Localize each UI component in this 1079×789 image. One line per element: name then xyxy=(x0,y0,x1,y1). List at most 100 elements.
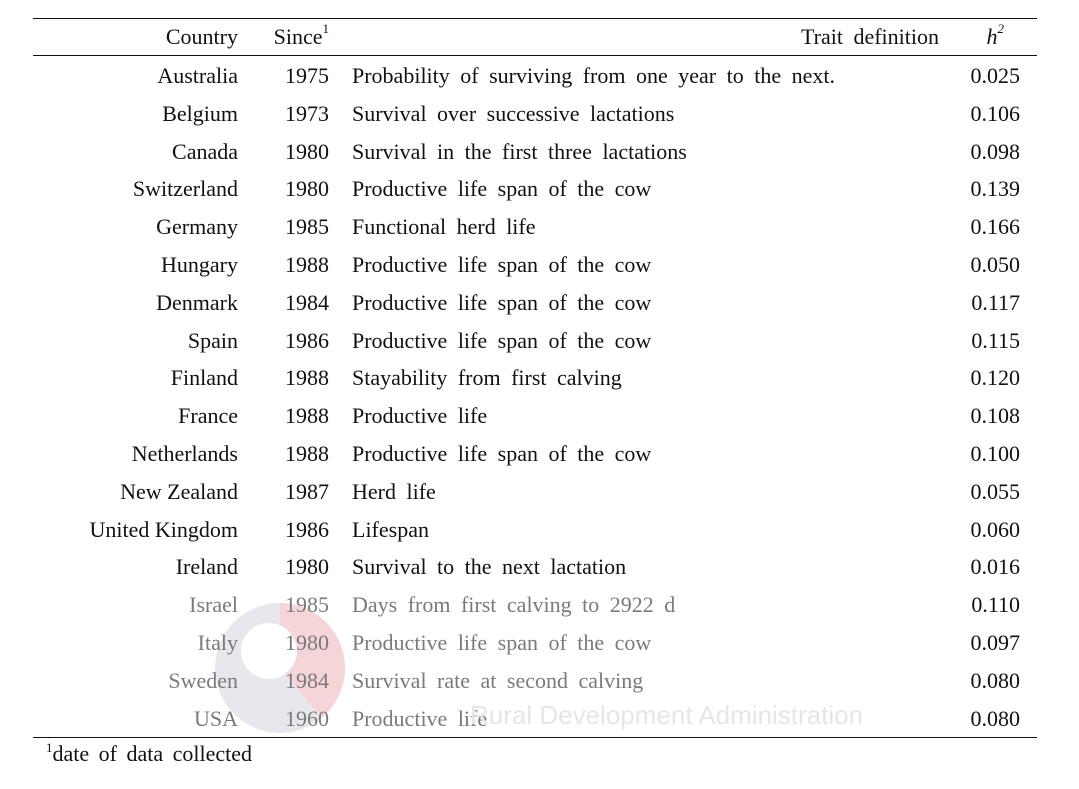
table-row: Spain 1986 Productive life span of the cow… xyxy=(33,322,1037,360)
country-cell: Switzerland xyxy=(132,176,238,202)
since-cell: 1980 xyxy=(285,138,329,164)
table-row: Sweden 1984 Survival rate at second calvin… xyxy=(33,662,1037,700)
country-cell: Australia xyxy=(157,63,238,88)
country-cell: New Zealand xyxy=(120,478,238,504)
trait-definition-cell: Productive life span of the cow xyxy=(352,327,652,353)
since-cell: 1985 xyxy=(285,214,329,240)
heritability-cell: 0.110 xyxy=(971,592,1020,618)
trait-definition-cell: Survival over successive lactations xyxy=(352,100,675,126)
data-table: Country Since1 Trait definition h2 Austr… xyxy=(33,18,1037,739)
trait-definition-cell: Stayability from first calving xyxy=(352,365,622,391)
heritability-cell: 0.120 xyxy=(970,365,1021,391)
heritability-cell: 0.117 xyxy=(971,289,1020,315)
trait-definition-cell: Productive life span of the cow xyxy=(352,440,652,466)
since-cell: 1984 xyxy=(285,289,329,315)
table-row: New Zealand 1987 Herd life 0.055 xyxy=(33,473,1037,511)
heritability-cell: 0.100 xyxy=(970,440,1021,466)
country-cell: Hungary xyxy=(161,251,238,277)
since-cell: 1985 xyxy=(285,592,329,618)
trait-definition-cell: Survival in the first three lactations xyxy=(352,138,687,164)
heritability-cell: 0.108 xyxy=(970,403,1021,429)
since-cell: 1988 xyxy=(285,251,329,277)
heritability-cell: 0.139 xyxy=(970,176,1021,202)
country-cell: Italy xyxy=(197,629,238,655)
heritability-cell: 0.115 xyxy=(971,327,1020,353)
trait-definition-cell: Productive life span of the cow xyxy=(352,629,652,655)
table-row: Belgium 1973 Survival over successive lact… xyxy=(33,95,1037,133)
table-row: Denmark 1984 Productive life span of the c… xyxy=(33,284,1037,322)
country-cell: Germany xyxy=(156,214,238,240)
header-h2-base: h xyxy=(986,24,998,49)
country-cell: France xyxy=(178,403,238,429)
country-cell: Canada xyxy=(172,138,238,164)
heritability-cell: 0.106 xyxy=(970,100,1021,126)
header-since-footnote-marker: 1 xyxy=(322,21,330,36)
since-cell: 1960 xyxy=(285,705,329,731)
country-cell: Belgium xyxy=(162,100,238,126)
trait-definition-cell: Lifespan xyxy=(352,516,429,542)
since-cell: 1988 xyxy=(285,440,329,466)
table-row: Australia 1975 Probability of surviving fr… xyxy=(33,57,1037,95)
country-cell: Finland xyxy=(170,365,238,391)
trait-definition-cell: Probability of surviving from one year t… xyxy=(352,63,835,88)
footnote-text: date of data collected xyxy=(52,741,253,766)
heritability-cell: 0.080 xyxy=(970,667,1021,693)
heritability-cell: 0.050 xyxy=(970,251,1021,277)
table-row: Switzerland 1980 Productive life span of t… xyxy=(33,170,1037,208)
heritability-cell: 0.055 xyxy=(970,478,1021,504)
trait-definition-cell: Productive life span of the cow xyxy=(352,289,652,315)
since-cell: 1980 xyxy=(285,629,329,655)
since-cell: 1984 xyxy=(285,667,329,693)
table-row: Hungary 1988 Productive life span of the c… xyxy=(33,246,1037,284)
since-cell: 1987 xyxy=(285,478,329,504)
country-cell: Denmark xyxy=(156,289,238,315)
trait-definition-cell: Survival rate at second calving xyxy=(352,667,644,693)
table-row: Ireland 1980 Survival to the next lactatio… xyxy=(33,548,1037,586)
table-row: Germany 1985 Functional herd life 0.166 xyxy=(33,208,1037,246)
trait-definition-cell: Days from first calving to 2922 d xyxy=(352,592,676,618)
heritability-cell: 0.060 xyxy=(970,516,1021,542)
table-row: United Kingdom 1986 Lifespan 0.060 xyxy=(33,511,1037,549)
table-body: Australia 1975 Probability of surviving fr… xyxy=(33,56,1037,737)
country-cell: Israel xyxy=(189,592,238,618)
table-footnote: 1date of data collected xyxy=(46,738,252,770)
header-trait-definition: Trait definition xyxy=(800,24,939,49)
header-since: Since1 xyxy=(274,19,329,55)
table-row: Israel 1985 Days from first calving to 292… xyxy=(33,586,1037,624)
header-since-label: Since xyxy=(273,24,323,49)
since-cell: 1973 xyxy=(285,100,329,126)
trait-definition-cell: Productive life span of the cow xyxy=(352,251,652,277)
table-row: Italy 1980 Productive life span of the cow… xyxy=(33,624,1037,662)
country-cell: Spain xyxy=(187,327,238,353)
country-cell: Netherlands xyxy=(131,440,238,466)
header-heritability: h2 xyxy=(987,19,1005,55)
heritability-cell: 0.025 xyxy=(970,63,1021,88)
table-row: France 1988 Productive life 0.108 xyxy=(33,397,1037,435)
since-cell: 1975 xyxy=(285,63,329,88)
table-row: Canada 1980 Survival in the first three la… xyxy=(33,133,1037,171)
country-cell: Ireland xyxy=(175,554,238,580)
since-cell: 1986 xyxy=(285,516,329,542)
trait-definition-cell: Productive life span of the cow xyxy=(352,176,652,202)
country-cell: USA xyxy=(193,705,238,731)
since-cell: 1980 xyxy=(285,176,329,202)
table-row: Netherlands 1988 Productive life span of t… xyxy=(33,435,1037,473)
table-row: USA 1960 Productive life 0.080 xyxy=(33,700,1037,738)
header-h2-exponent: 2 xyxy=(997,21,1005,36)
table-row: Finland 1988 Stayability from first calvin… xyxy=(33,359,1037,397)
country-cell: United Kingdom xyxy=(89,516,239,542)
trait-definition-cell: Productive life xyxy=(352,403,488,429)
heritability-cell: 0.166 xyxy=(970,214,1021,240)
trait-definition-cell: Functional herd life xyxy=(352,214,536,240)
country-cell: Sweden xyxy=(168,667,238,693)
since-cell: 1986 xyxy=(285,327,329,353)
trait-definition-cell: Herd life xyxy=(352,478,436,504)
heritability-cell: 0.098 xyxy=(970,138,1021,164)
heritability-cell: 0.097 xyxy=(970,629,1021,655)
heritability-cell: 0.016 xyxy=(970,554,1021,580)
trait-definition-cell: Survival to the next lactation xyxy=(352,554,627,580)
header-country: Country xyxy=(165,24,238,49)
since-cell: 1988 xyxy=(285,365,329,391)
trait-definition-cell: Productive life xyxy=(352,705,488,731)
since-cell: 1988 xyxy=(285,403,329,429)
